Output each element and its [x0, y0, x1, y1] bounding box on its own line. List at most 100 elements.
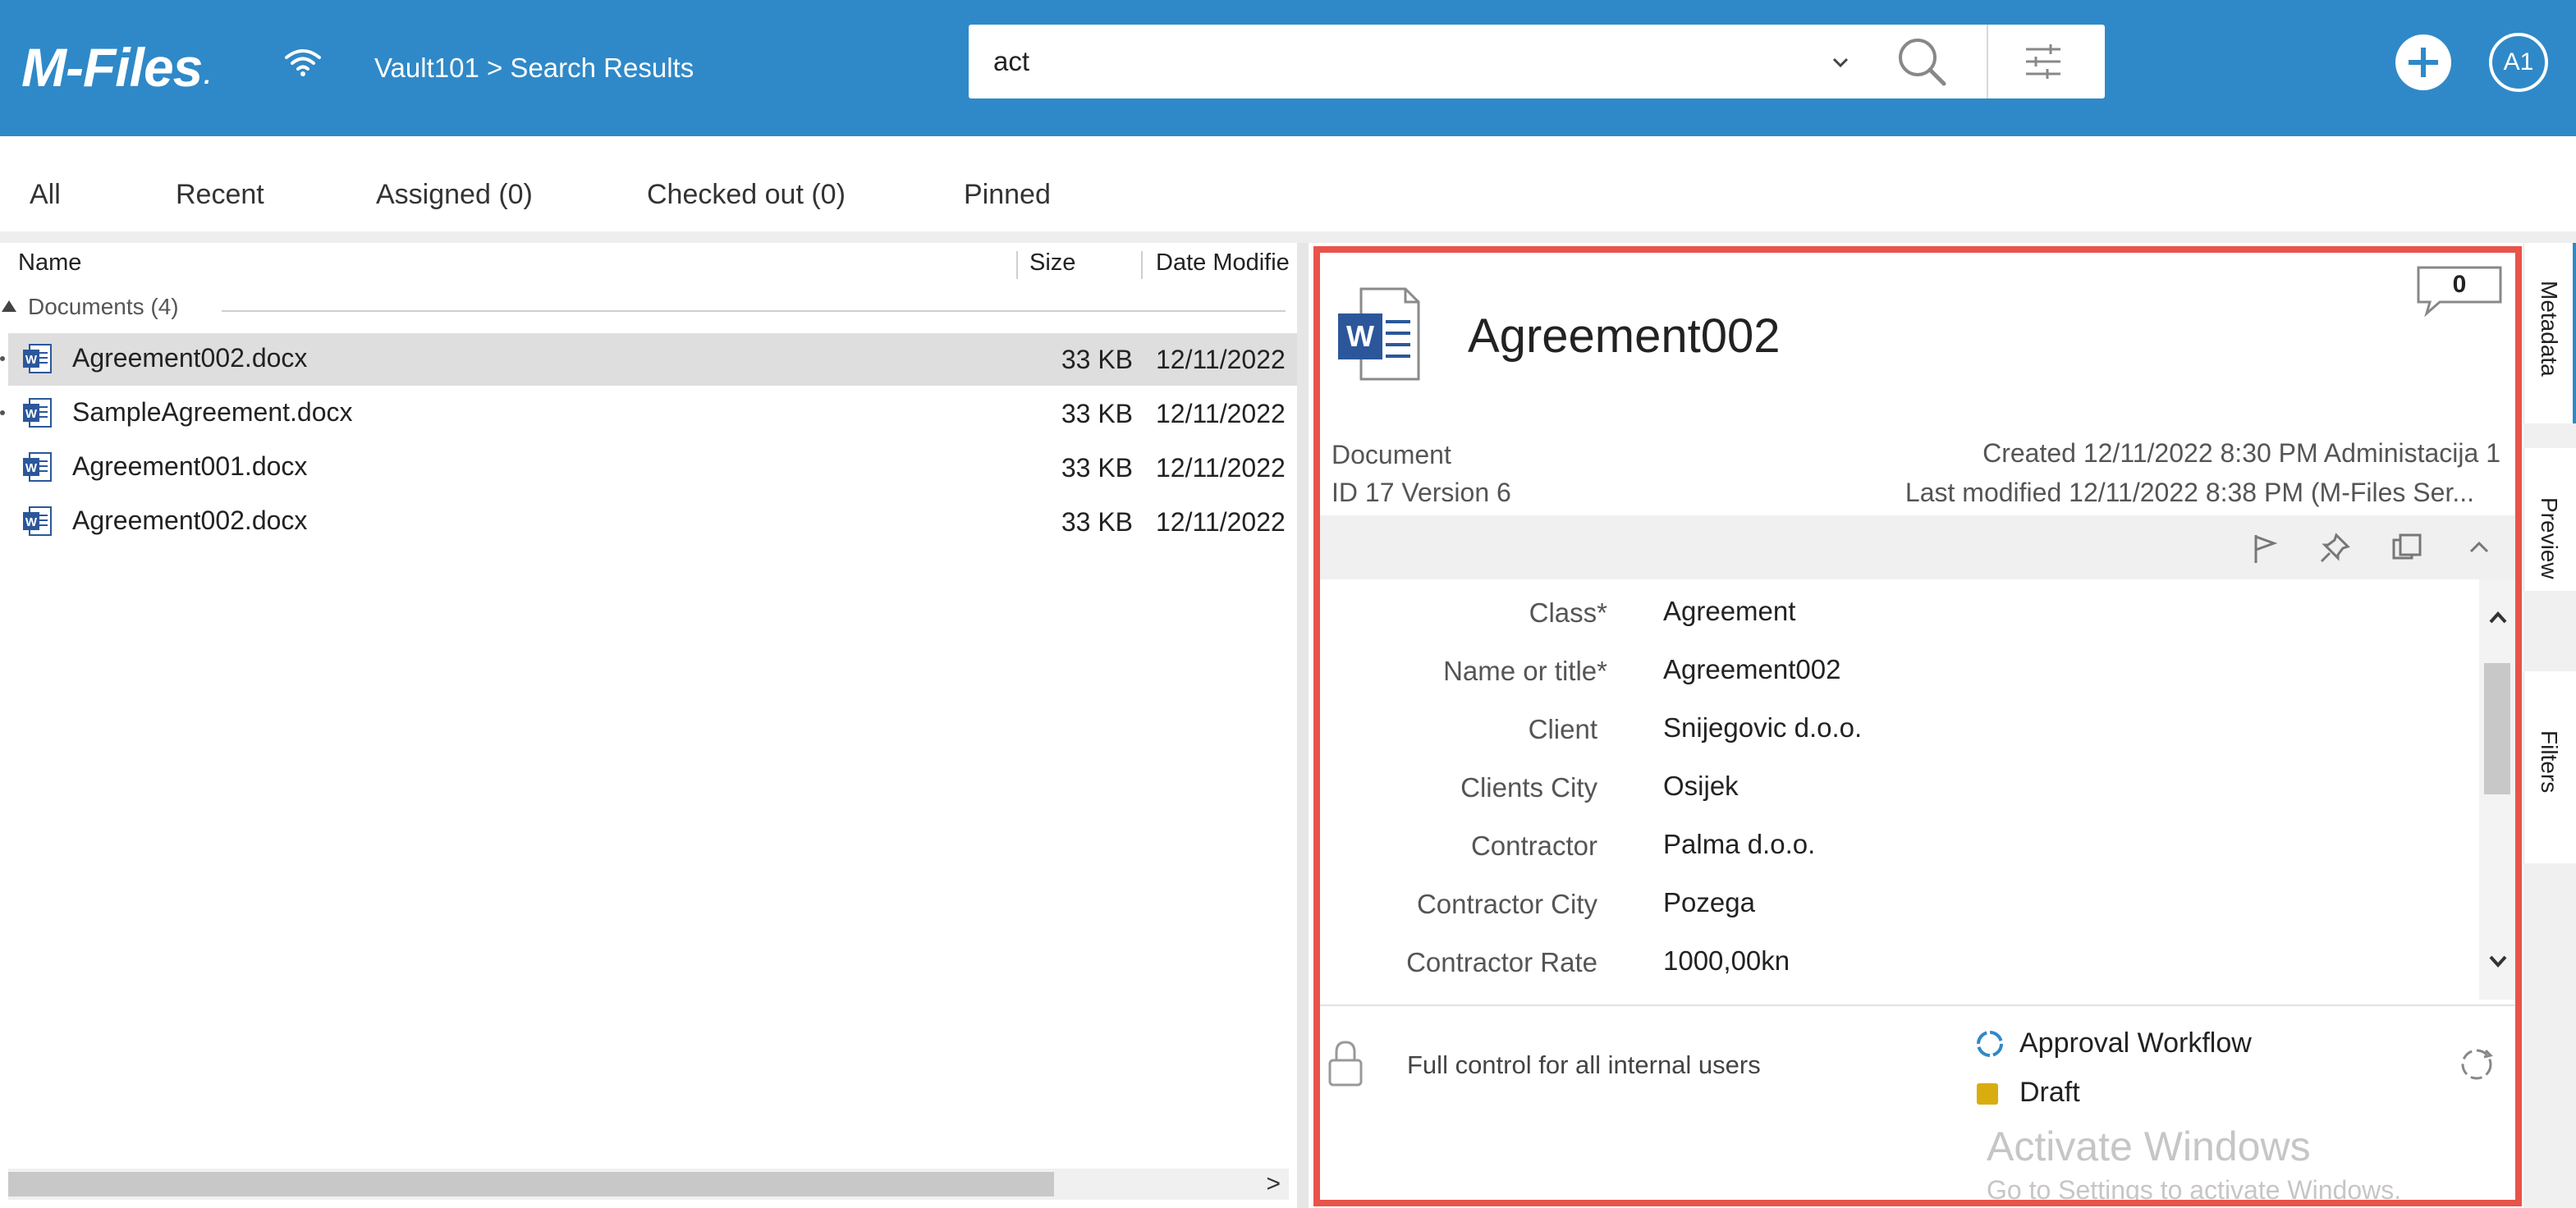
- vertical-scrollbar[interactable]: [2479, 579, 2515, 1000]
- file-date: 12/11/2022: [1156, 345, 1286, 374]
- side-tab-label: Metadata: [2537, 281, 2562, 377]
- workflow-icon: [1977, 1031, 2003, 1057]
- metadata-card: W Agreement002 0 Document ID 17 Version …: [1313, 246, 2522, 1206]
- pane-splitter[interactable]: [1297, 243, 1309, 1208]
- footer-divider: [1320, 1004, 2515, 1006]
- property-value[interactable]: Snijegovic d.o.o.: [1663, 712, 1862, 744]
- wifi-icon: [285, 49, 321, 76]
- scrollbar-thumb[interactable]: [8, 1172, 1054, 1197]
- property-row[interactable]: Contractor Palma d.o.o.: [1320, 819, 2486, 868]
- property-value[interactable]: 1000,00kn: [1663, 945, 1790, 977]
- svg-text:W: W: [1346, 319, 1374, 353]
- property-row[interactable]: Contractor Rate 1000,00kn: [1320, 936, 2486, 985]
- view-tabs: All Recent Assigned (0) Checked out (0) …: [0, 164, 1281, 230]
- object-id-version: ID 17 Version 6: [1332, 478, 1511, 507]
- pin-icon[interactable]: [2317, 530, 2353, 566]
- workflow-state[interactable]: Draft: [2019, 1077, 2080, 1109]
- required-marker: *: [1597, 656, 1607, 686]
- lock-icon[interactable]: [1325, 1039, 1366, 1088]
- list-item[interactable]: W Agreement002.docx 33 KB 12/11/2022: [8, 333, 1297, 386]
- results-list: Name Size Date Modifie Documents (4) W A…: [0, 243, 1297, 1208]
- chevron-down-icon[interactable]: [1824, 48, 1857, 77]
- scroll-right-arrow[interactable]: >: [1266, 1170, 1281, 1198]
- chevron-down-icon[interactable]: [2486, 949, 2510, 973]
- file-date: 12/11/2022: [1156, 507, 1286, 537]
- search-icon[interactable]: [1890, 33, 1955, 90]
- state-color-square: [1977, 1083, 1998, 1105]
- m-files-logo[interactable]: M-Files.: [21, 33, 211, 98]
- property-value[interactable]: Palma d.o.o.: [1663, 829, 1815, 860]
- comments-button[interactable]: 0: [2415, 264, 2504, 317]
- property-row[interactable]: Name or title* Agreement002: [1320, 644, 2486, 693]
- svg-text:W: W: [25, 515, 38, 529]
- logo-text: M-Files: [21, 37, 203, 98]
- modified-info: Last modified 12/11/2022 8:38 PM (M-File…: [1904, 478, 2474, 507]
- breadcrumb[interactable]: Vault101 > Search Results: [374, 53, 694, 84]
- side-tab-label: Filters: [2537, 730, 2562, 794]
- search-separator: [1987, 25, 1988, 98]
- top-bar: M-Files. Vault101 > Search Results act A…: [0, 0, 2576, 136]
- property-label: Class*: [1529, 597, 1607, 628]
- workflow-name[interactable]: Approval Workflow: [2019, 1027, 2252, 1059]
- metadata-toolbar: [1320, 515, 2515, 579]
- collapse-triangle-icon[interactable]: [2, 300, 16, 312]
- word-document-icon: W: [23, 344, 52, 373]
- property-row[interactable]: Class* Agreement: [1320, 586, 2486, 635]
- row-marker: [0, 410, 5, 415]
- column-separator[interactable]: [1016, 251, 1018, 279]
- chevron-up-icon[interactable]: [2486, 606, 2510, 630]
- tab-checked-out[interactable]: Checked out (0): [647, 179, 846, 211]
- file-size: 33 KB: [1061, 453, 1133, 483]
- column-header-size[interactable]: Size: [1029, 249, 1075, 277]
- user-avatar[interactable]: A1: [2489, 33, 2548, 92]
- property-row[interactable]: Clients City Osijek: [1320, 761, 2486, 810]
- created-info: Created 12/11/2022 8:30 PM Administacija…: [1982, 438, 2500, 468]
- activate-windows-subtitle: Go to Settings to activate Windows.: [1987, 1175, 2402, 1205]
- permissions-label[interactable]: Full control for all internal users: [1407, 1050, 1761, 1080]
- add-icon[interactable]: [2394, 33, 2453, 92]
- property-value[interactable]: Pozega: [1663, 887, 1755, 918]
- word-document-icon: W: [23, 398, 52, 428]
- column-header-name[interactable]: Name: [18, 249, 81, 277]
- list-item[interactable]: W Agreement002.docx 33 KB 12/11/2022: [8, 496, 1297, 548]
- tab-all[interactable]: All: [30, 179, 61, 211]
- property-value[interactable]: Osijek: [1663, 771, 1739, 802]
- file-date: 12/11/2022: [1156, 399, 1286, 428]
- property-row[interactable]: Contractor City Pozega: [1320, 877, 2486, 927]
- row-marker: [0, 356, 5, 361]
- flag-icon[interactable]: [2246, 530, 2282, 566]
- file-name: Agreement001.docx: [72, 451, 308, 481]
- word-document-icon: W: [23, 452, 52, 482]
- tab-recent[interactable]: Recent: [176, 179, 264, 211]
- side-tab-filters[interactable]: Filters: [2523, 671, 2576, 863]
- side-tab-preview[interactable]: Preview: [2523, 448, 2576, 591]
- property-label: Contractor Rate: [1406, 947, 1597, 977]
- list-item[interactable]: W SampleAgreement.docx 33 KB 12/11/2022: [8, 387, 1297, 440]
- side-tab-metadata[interactable]: Metadata: [2523, 243, 2576, 423]
- file-date: 12/11/2022: [1156, 453, 1286, 483]
- column-separator[interactable]: [1141, 251, 1143, 279]
- property-value[interactable]: Agreement002: [1663, 654, 1840, 685]
- horizontal-scrollbar[interactable]: >: [8, 1169, 1289, 1200]
- tabs-divider: [0, 231, 2576, 243]
- property-row[interactable]: Client Snijegovic d.o.o.: [1320, 702, 2486, 752]
- list-item[interactable]: W Agreement001.docx 33 KB 12/11/2022: [8, 442, 1297, 494]
- file-name: Agreement002.docx: [72, 506, 308, 535]
- tab-assigned[interactable]: Assigned (0): [376, 179, 533, 211]
- object-title[interactable]: Agreement002: [1468, 309, 1780, 364]
- search-input[interactable]: [993, 25, 1847, 98]
- search-options-icon[interactable]: [2008, 36, 2079, 87]
- pop-out-icon[interactable]: [2389, 530, 2425, 566]
- group-rule: [222, 310, 1286, 312]
- search-box: [969, 25, 2105, 98]
- property-value[interactable]: Agreement: [1663, 596, 1795, 627]
- scrollbar-thumb[interactable]: [2484, 663, 2510, 794]
- group-header[interactable]: Documents (4): [0, 294, 1289, 327]
- activate-windows-title: Activate Windows: [1987, 1123, 2311, 1169]
- column-header-date[interactable]: Date Modifie: [1156, 249, 1297, 277]
- object-type: Document: [1332, 440, 1451, 469]
- tab-pinned[interactable]: Pinned: [964, 179, 1051, 211]
- property-label: Name or title*: [1443, 656, 1607, 686]
- collapse-up-icon[interactable]: [2461, 530, 2497, 566]
- change-state-icon[interactable]: [2456, 1044, 2497, 1085]
